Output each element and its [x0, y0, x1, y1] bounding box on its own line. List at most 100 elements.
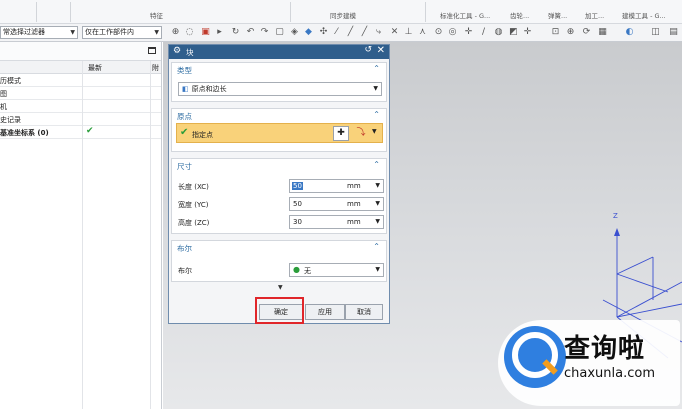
column-attached[interactable]: 附	[152, 63, 159, 73]
settings-icon[interactable]: ▤	[668, 27, 679, 38]
snap-point-icon[interactable]: ✣	[318, 27, 329, 38]
size-section-header[interactable]: 尺寸 ⌃	[172, 159, 386, 173]
inferred-point-icon[interactable]: ⤵	[353, 126, 369, 141]
chevron-down-icon[interactable]: ▼	[372, 128, 377, 135]
list-item[interactable]: 图	[0, 87, 161, 100]
orient-icon[interactable]: ▦	[597, 27, 608, 38]
ribbon-group-sync-modeling[interactable]: 同步建模	[330, 10, 356, 20]
slash-icon[interactable]: ∕	[478, 27, 489, 38]
undo-icon[interactable]: ↶	[245, 27, 256, 38]
width-value: 50	[293, 200, 302, 208]
scope-select-value: 仅在工作部件内	[85, 28, 134, 36]
layer-icon[interactable]: ◈	[289, 27, 300, 38]
type-section: 类型 ⌃ ◧ 原点和边长 ▼	[171, 62, 387, 102]
width-input[interactable]: 50 mm ▼	[289, 197, 384, 211]
ribbon-group-modeling-tools[interactable]: 建模工具 - G...	[622, 10, 666, 20]
specify-point-label: 指定点	[192, 131, 213, 139]
list-item[interactable]: 史记录	[0, 113, 161, 126]
chevron-up-icon: ⌃	[373, 242, 380, 251]
rectangle-icon[interactable]: ▢	[274, 27, 285, 38]
chevron-down-icon: ▼	[375, 266, 380, 273]
origin-section-header[interactable]: 原点 ⌃	[172, 109, 386, 123]
chevron-down-icon[interactable]: ▼	[375, 200, 380, 207]
maximize-icon[interactable]	[148, 47, 156, 54]
center-icon[interactable]: ⊙	[433, 27, 444, 38]
midpoint-icon[interactable]: ╱	[359, 27, 370, 38]
reset-icon[interactable]: ↺	[364, 45, 372, 55]
select-tool-icon[interactable]: ⊕	[170, 27, 181, 38]
ribbon-group-gear[interactable]: 齿轮...	[510, 10, 529, 20]
snap-icon[interactable]: ◌	[184, 27, 195, 38]
navigator-header	[0, 42, 161, 61]
type-select-value: 原点和边长	[191, 85, 227, 93]
ribbon-bar: 特征 同步建模 标准化工具 - G... 齿轮... 弹簧... 加工... 建…	[0, 0, 682, 24]
column-latest[interactable]: 最新	[88, 63, 102, 73]
block-dialog: ⚙ 块 ↺ ✕ 类型 ⌃ ◧ 原点和边长 ▼ 原点 ⌃ ✔ 指定点 ✚ ⤵ ▼ 尺…	[168, 44, 390, 324]
list-item[interactable]: 基准坐标系 (0) ✔	[0, 126, 161, 139]
cancel-button[interactable]: 取消	[345, 304, 383, 320]
part-icon[interactable]: ◩	[508, 27, 519, 38]
redo-icon[interactable]: ↷	[259, 27, 270, 38]
fit-view-icon[interactable]: ⊡	[550, 27, 561, 38]
list-item[interactable]: 机	[0, 100, 161, 113]
point-dialog-button[interactable]: ✚	[333, 126, 349, 141]
watermark: 查询啦 chaxunla.com	[498, 320, 680, 406]
curve-icon[interactable]: ⤷	[373, 27, 384, 38]
snap-toggle-icon[interactable]: ✛	[522, 27, 533, 38]
chevron-down-icon[interactable]: ▼	[375, 182, 380, 189]
boolean-select[interactable]: ● 无 ▼	[289, 263, 384, 277]
boolean-label: 布尔	[178, 267, 192, 275]
watermark-logo	[504, 326, 566, 388]
type-section-header[interactable]: 类型 ⌃	[172, 63, 386, 77]
height-unit: mm	[347, 218, 361, 226]
length-input[interactable]: 50 mm ▼	[289, 179, 384, 193]
zoom-icon[interactable]: ⊕	[565, 27, 576, 38]
apply-button[interactable]: 应用	[305, 304, 345, 320]
ok-button-highlight	[255, 297, 304, 324]
close-icon[interactable]: ✕	[377, 45, 385, 56]
circle-point-icon[interactable]: ◎	[447, 27, 458, 38]
scope-select[interactable]: 仅在工作部件内 ▼	[82, 26, 162, 39]
boolean-row: 布尔 ● 无 ▼	[178, 263, 388, 277]
list-item-name: 基准坐标系 (0)	[0, 129, 49, 137]
ribbon-group-features[interactable]: 特征	[150, 10, 163, 20]
list-item[interactable]: 历模式	[0, 74, 161, 87]
filter-select[interactable]: 常选择过滤器 ▼	[0, 26, 78, 39]
specify-point-row[interactable]: ✔ 指定点 ✚ ⤵ ▼	[176, 123, 383, 143]
intersection-icon[interactable]: ✕	[389, 27, 400, 38]
line-icon[interactable]: ╱	[345, 27, 356, 38]
cube-icon[interactable]: ◆	[303, 27, 314, 38]
part-navigator: 最新 附 历模式 图 机 史记录 基准坐标系 (0) ✔	[0, 42, 162, 409]
ribbon-group-standard-tools[interactable]: 标准化工具 - G...	[440, 10, 490, 20]
chevron-up-icon: ⌃	[373, 64, 380, 73]
height-label: 高度 (ZC)	[178, 219, 210, 227]
perpendicular-icon[interactable]: ⊥	[403, 27, 414, 38]
rotate-icon[interactable]: ↻	[230, 27, 241, 38]
boolean-section-header[interactable]: 布尔 ⌃	[172, 241, 386, 255]
width-unit: mm	[347, 200, 361, 208]
height-input[interactable]: 30 mm ▼	[289, 215, 384, 229]
display-icon[interactable]: ◫	[650, 27, 661, 38]
chevron-down-icon[interactable]: ▼	[375, 218, 380, 225]
length-label: 长度 (XC)	[178, 183, 209, 191]
tangent-icon[interactable]: ⋏	[417, 27, 428, 38]
size-section-label: 尺寸	[177, 162, 192, 171]
expand-more-icon[interactable]: ▼	[278, 284, 283, 291]
render-style-icon[interactable]: ◐	[624, 27, 635, 38]
gear-icon[interactable]: ⚙	[173, 46, 181, 56]
crosshair-icon[interactable]: ✛	[463, 27, 474, 38]
block-type-icon: ◧	[182, 85, 189, 93]
size-section: 尺寸 ⌃ 长度 (XC) 50 mm ▼ 宽度 (YC) 50 mm ▼ 高度 …	[171, 158, 387, 234]
ribbon-group-spring[interactable]: 弹簧...	[548, 10, 567, 20]
endpoint-icon[interactable]: ⁄	[331, 27, 342, 38]
type-select[interactable]: ◧ 原点和边长 ▼	[178, 82, 382, 96]
list-item-name: 史记录	[0, 116, 21, 124]
refresh-view-icon[interactable]: ⟳	[581, 27, 592, 38]
globe-icon[interactable]: ◍	[493, 27, 504, 38]
select-box-icon[interactable]: ▣	[200, 27, 211, 38]
selection-toolbar: 常选择过滤器 ▼ 仅在工作部件内 ▼ ⊕ ◌ ▣ ▸ ↻ ↶ ↷ ▢ ◈ ◆ ✣…	[0, 24, 682, 42]
dialog-title: 块	[186, 48, 194, 57]
list-item-name: 图	[0, 90, 7, 98]
ribbon-group-machining[interactable]: 加工...	[585, 10, 604, 20]
arrow-icon[interactable]: ▸	[214, 27, 225, 38]
